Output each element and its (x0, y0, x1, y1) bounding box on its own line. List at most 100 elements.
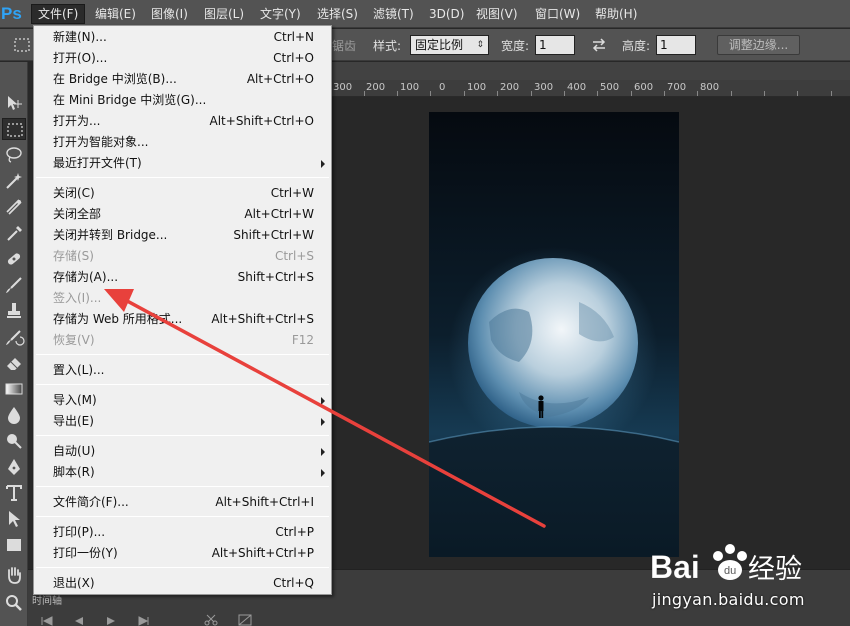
menu-item-shortcut: Ctrl+P (275, 525, 314, 539)
pen-tool-icon[interactable] (2, 456, 26, 478)
menu-view[interactable]: 视图(V) (470, 4, 524, 24)
move-tool-icon[interactable] (2, 92, 26, 114)
ruler-label: 200 (500, 82, 520, 93)
ruler-tick (364, 91, 365, 96)
menu-item-close[interactable]: 关闭(C) Ctrl+W (34, 183, 331, 204)
style-label: 样式: (373, 39, 402, 53)
path-selection-tool-icon[interactable] (2, 508, 26, 530)
menu-item-revert: 恢复(V) F12 (34, 330, 331, 351)
menu-item-label: 退出(X) (53, 576, 95, 590)
go-to-first-frame-icon[interactable] (40, 615, 54, 626)
crop-tool-icon[interactable] (2, 196, 26, 218)
previous-frame-icon[interactable] (72, 615, 86, 625)
menu-window[interactable]: 窗口(W) (529, 4, 586, 24)
next-frame-icon[interactable] (136, 615, 150, 626)
healing-brush-tool-icon[interactable] (2, 248, 26, 270)
menu-item-label: 自动(U) (53, 444, 96, 458)
menu-item-new[interactable]: 新建(N)... Ctrl+N (34, 27, 331, 48)
menu-item-check-in: 签入(I)... (34, 288, 331, 309)
menu-file[interactable]: 文件(F) (31, 4, 86, 24)
menu-separator (36, 435, 329, 436)
menu-item-automate[interactable]: 自动(U) (34, 441, 331, 462)
ruler-label: 300 (333, 82, 353, 93)
type-tool-icon[interactable] (2, 482, 26, 504)
rectangle-tool-icon[interactable] (2, 534, 26, 556)
menu-edit[interactable]: 编辑(E) (89, 4, 142, 24)
brush-tool-icon[interactable] (2, 274, 26, 296)
gradient-tool-icon[interactable] (2, 378, 26, 400)
ruler-tick (664, 91, 665, 96)
magic-wand-tool-icon[interactable] (2, 170, 26, 192)
menu-item-scripts[interactable]: 脚本(R) (34, 462, 331, 483)
watermark-suffix: 经验 (748, 554, 802, 585)
history-brush-tool-icon[interactable] (2, 326, 26, 348)
menu-item-shortcut: Alt+Ctrl+O (246, 72, 314, 86)
menu-item-exit[interactable]: 退出(X) Ctrl+Q (34, 573, 331, 594)
play-icon[interactable] (104, 615, 118, 625)
ruler-label: 500 (600, 82, 620, 93)
menu-3d[interactable]: 3D(D) (423, 4, 470, 24)
menu-item-open-as-smart-object[interactable]: 打开为智能对象... (34, 132, 331, 153)
menu-item-save-for-web[interactable]: 存储为 Web 所用格式... Alt+Shift+Ctrl+S (34, 309, 331, 330)
menu-filter[interactable]: 滤镜(T) (367, 4, 420, 24)
menu-help[interactable]: 帮助(H) (589, 4, 643, 24)
menu-item-label: 脚本(R) (53, 465, 95, 479)
menu-item-label: 打开为... (53, 114, 101, 128)
menu-item-shortcut: Shift+Ctrl+W (233, 228, 314, 242)
menu-item-print-one-copy[interactable]: 打印一份(Y) Alt+Shift+Ctrl+P (34, 543, 331, 564)
scissors-icon[interactable] (204, 614, 218, 626)
eyedropper-tool-icon[interactable] (2, 222, 26, 244)
watermark-url: jingyan.baidu.com (652, 590, 805, 609)
marquee-options-icon[interactable] (10, 34, 34, 56)
menu-item-save-as[interactable]: 存储为(A)... Shift+Ctrl+S (34, 267, 331, 288)
menu-item-label: 置入(L)... (53, 363, 105, 377)
ruler-tick (697, 91, 698, 96)
menu-item-label: 导入(M) (53, 393, 97, 407)
menu-item-browse-in-bridge[interactable]: 在 Bridge 中浏览(B)... Alt+Ctrl+O (34, 69, 331, 90)
menu-separator (36, 177, 329, 178)
transition-icon[interactable] (238, 614, 252, 626)
dodge-tool-icon[interactable] (2, 430, 26, 452)
menu-item-browse-in-mini-bridge[interactable]: 在 Mini Bridge 中浏览(G)... (34, 90, 331, 111)
height-input[interactable]: 1 (656, 35, 696, 55)
style-select[interactable]: 固定比例 ⇕ (410, 35, 489, 55)
menu-item-print[interactable]: 打印(P)... Ctrl+P (34, 522, 331, 543)
refine-edge-button[interactable]: 调整边缘... (717, 35, 800, 55)
blur-tool-icon[interactable] (2, 404, 26, 426)
menu-separator (36, 486, 329, 487)
menu-item-export[interactable]: 导出(E) (34, 411, 331, 432)
baidu-watermark-logo: Bai du 经验 (650, 544, 802, 585)
menu-item-label: 新建(N)... (53, 30, 107, 44)
menu-item-label: 在 Mini Bridge 中浏览(G)... (53, 93, 207, 107)
menu-item-label: 恢复(V) (53, 333, 95, 347)
width-input[interactable]: 1 (535, 35, 575, 55)
menu-item-shortcut: Alt+Shift+Ctrl+I (215, 495, 314, 509)
menu-select[interactable]: 选择(S) (311, 4, 364, 24)
menu-item-label: 打印(P)... (53, 525, 106, 539)
menu-type[interactable]: 文字(Y) (254, 4, 307, 24)
ruler-label: 600 (634, 82, 654, 93)
menu-item-place[interactable]: 置入(L)... (34, 360, 331, 381)
ruler-tick (564, 91, 565, 96)
eraser-tool-icon[interactable] (2, 352, 26, 374)
hand-tool-icon[interactable] (2, 564, 26, 586)
menu-separator (36, 354, 329, 355)
menu-item-import[interactable]: 导入(M) (34, 390, 331, 411)
lasso-tool-icon[interactable] (2, 144, 26, 166)
clone-stamp-tool-icon[interactable] (2, 300, 26, 322)
swap-icon[interactable] (587, 34, 611, 56)
menu-layer[interactable]: 图层(L) (198, 4, 250, 24)
menu-item-open-as[interactable]: 打开为... Alt+Shift+Ctrl+O (34, 111, 331, 132)
menu-item-close-and-go-to-bridge[interactable]: 关闭并转到 Bridge... Shift+Ctrl+W (34, 225, 331, 246)
rectangular-marquee-tool-icon[interactable] (2, 118, 26, 140)
menu-item-label: 签入(I)... (53, 291, 102, 305)
submenu-arrow-icon (321, 418, 325, 426)
watermark-brand: Bai (650, 549, 700, 585)
menu-item-close-all[interactable]: 关闭全部 Alt+Ctrl+W (34, 204, 331, 225)
menu-item-open[interactable]: 打开(O)... Ctrl+O (34, 48, 331, 69)
menu-item-file-info[interactable]: 文件简介(F)... Alt+Shift+Ctrl+I (34, 492, 331, 513)
menu-item-open-recent[interactable]: 最近打开文件(T) (34, 153, 331, 174)
zoom-tool-icon[interactable] (2, 592, 26, 614)
document-image[interactable] (429, 112, 679, 557)
menu-image[interactable]: 图像(I) (145, 4, 194, 24)
